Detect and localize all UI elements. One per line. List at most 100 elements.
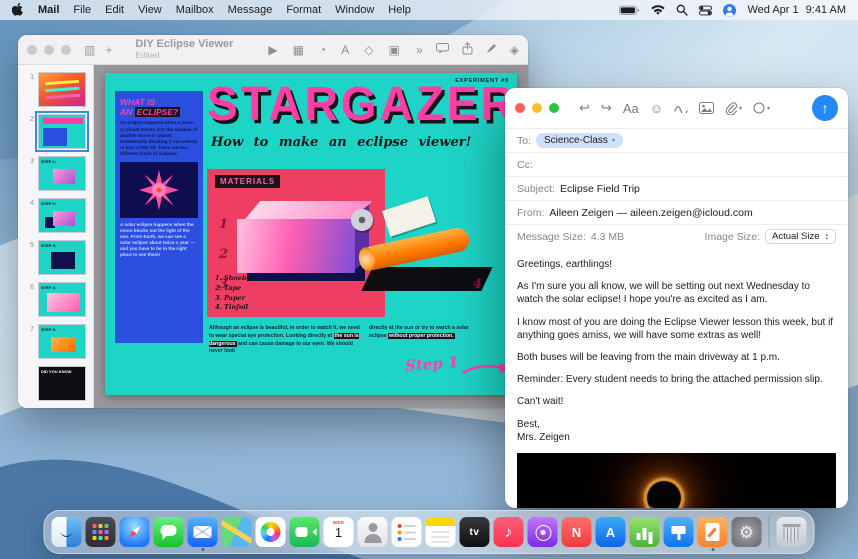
play-icon[interactable]: ▶ bbox=[268, 43, 277, 57]
subject-field[interactable]: Subject: Eclipse Field Trip bbox=[505, 176, 848, 200]
menu-bar-clock[interactable]: Wed Apr 1 9:41 AM bbox=[747, 4, 846, 16]
markup-icon[interactable] bbox=[674, 103, 688, 113]
dock-item-reminders[interactable] bbox=[392, 517, 422, 547]
close-button[interactable] bbox=[515, 103, 525, 113]
page-thumbnail-6[interactable]: STEP 4: bbox=[38, 282, 86, 317]
dock-item-finder[interactable] bbox=[52, 517, 82, 547]
dock-item-music[interactable] bbox=[494, 517, 524, 547]
user-account-icon[interactable] bbox=[723, 4, 736, 17]
message-body[interactable]: Greetings, earthlings! As I'm sure you a… bbox=[505, 248, 848, 444]
podcasts-icon bbox=[528, 517, 558, 547]
zoom-button[interactable] bbox=[61, 45, 71, 55]
menu-mail[interactable]: Mail bbox=[38, 4, 59, 16]
page-thumbnail-2-selected[interactable] bbox=[38, 114, 86, 149]
dock-item-numbers[interactable] bbox=[630, 517, 660, 547]
from-field[interactable]: From: Aileen Zeigen — aileen.zeigen@iclo… bbox=[505, 200, 848, 224]
redo-icon[interactable]: ↪ bbox=[601, 100, 612, 116]
reminders-icon bbox=[392, 517, 422, 547]
undo-icon[interactable]: ↩ bbox=[579, 100, 590, 116]
format-brush-icon[interactable] bbox=[486, 43, 497, 57]
page-thumbnail-7[interactable]: STEP 5: bbox=[38, 324, 86, 359]
dock-item-launchpad[interactable] bbox=[86, 517, 116, 547]
chart-icon[interactable]: ◔ bbox=[319, 43, 326, 57]
body-paragraph: Reminder: Every student needs to bring t… bbox=[517, 373, 836, 386]
menu-format[interactable]: Format bbox=[286, 4, 321, 16]
sun-illustration-box bbox=[120, 162, 198, 218]
dock-item-photos[interactable] bbox=[256, 517, 286, 547]
dock-item-keynote[interactable] bbox=[664, 517, 694, 547]
close-button[interactable] bbox=[27, 45, 37, 55]
menu-message[interactable]: Message bbox=[228, 4, 273, 16]
table-icon[interactable]: ▦ bbox=[293, 43, 304, 57]
page-thumbnail-1[interactable] bbox=[38, 72, 86, 107]
control-center-icon[interactable] bbox=[699, 5, 712, 16]
dock-item-facetime[interactable] bbox=[290, 517, 320, 547]
page-thumbnail-5[interactable]: STEP 3: bbox=[38, 240, 86, 275]
insert-link-button[interactable]: ▾ bbox=[753, 102, 770, 114]
eclipse-moon bbox=[647, 481, 681, 508]
format-text-button[interactable]: Aa bbox=[623, 101, 639, 116]
minimize-button[interactable] bbox=[532, 103, 542, 113]
cc-field[interactable]: Cc: bbox=[505, 152, 848, 176]
wifi-icon[interactable] bbox=[651, 5, 665, 16]
emoji-icon[interactable]: ☺ bbox=[650, 101, 663, 116]
attach-file-button[interactable]: ▾ bbox=[725, 102, 742, 115]
photo-browser-icon[interactable] bbox=[699, 102, 714, 114]
menu-view[interactable]: View bbox=[138, 4, 162, 16]
dock-item-system-settings[interactable] bbox=[732, 517, 762, 547]
dock-item-pages[interactable] bbox=[698, 517, 728, 547]
to-field[interactable]: To: Science-Class ▾ bbox=[505, 128, 848, 152]
dock-item-news[interactable] bbox=[562, 517, 592, 547]
search-icon[interactable] bbox=[676, 4, 688, 16]
thumbnail-row: 7 STEP 5: bbox=[23, 324, 93, 359]
menu-mailbox[interactable]: Mailbox bbox=[176, 4, 214, 16]
dock-item-trash[interactable] bbox=[777, 517, 807, 547]
music-icon bbox=[494, 517, 524, 547]
dock-item-tv[interactable] bbox=[460, 517, 490, 547]
safari-icon bbox=[120, 517, 150, 547]
eclipse-photo-attachment[interactable] bbox=[517, 453, 836, 508]
dock-item-calendar[interactable]: WED 1 bbox=[324, 517, 354, 547]
comment-icon[interactable] bbox=[436, 43, 449, 57]
text-icon[interactable]: A bbox=[341, 43, 349, 57]
safety-text-right: directly at the sun or try to watch a so… bbox=[369, 325, 473, 341]
dock-item-maps[interactable] bbox=[222, 517, 252, 547]
pages-toolbar: ▶ ▦ ◔ A ◇ ▣ bbox=[268, 43, 399, 57]
dock-item-contacts[interactable] bbox=[358, 517, 388, 547]
page-thumbnail-3[interactable]: STEP 1: bbox=[38, 156, 86, 191]
collaborate-icon[interactable]: ◈ bbox=[510, 43, 519, 57]
media-icon[interactable]: ▣ bbox=[388, 43, 399, 57]
dock-item-mail[interactable] bbox=[188, 517, 218, 547]
dock-item-podcasts[interactable] bbox=[528, 517, 558, 547]
shape-icon[interactable]: ◇ bbox=[364, 43, 373, 57]
page-thumbnail-4[interactable]: STEP 2: bbox=[38, 198, 86, 233]
to-recipient-token[interactable]: Science-Class ▾ bbox=[536, 133, 623, 148]
more-tools-icon[interactable]: » bbox=[416, 43, 423, 57]
eclipse-paragraph-2: A solar eclipse happens when the moon bl… bbox=[120, 222, 198, 259]
trash-icon bbox=[777, 517, 807, 547]
stargazer-poster-page[interactable]: EXPERIMENT #9 STARGAZER How to make an e… bbox=[105, 73, 517, 395]
menu-edit[interactable]: Edit bbox=[105, 4, 124, 16]
sidebar-toggle-icon[interactable]: ▥ bbox=[84, 43, 95, 57]
share-icon[interactable] bbox=[462, 42, 473, 58]
battery-icon[interactable] bbox=[619, 5, 640, 16]
mail-titlebar: ↩ ↪ Aa ☺ ▾ ▾ ↑ bbox=[505, 88, 848, 128]
shoebox-illustration bbox=[237, 219, 355, 273]
dock-item-messages[interactable] bbox=[154, 517, 184, 547]
dock-item-notes[interactable] bbox=[426, 517, 456, 547]
menu-window[interactable]: Window bbox=[335, 4, 374, 16]
dock-item-safari[interactable] bbox=[120, 517, 150, 547]
page-thumbnail-8[interactable]: DID YOU KNOW bbox=[38, 366, 86, 401]
add-page-icon[interactable]: + bbox=[105, 43, 112, 57]
from-label: From: bbox=[517, 207, 544, 219]
send-button[interactable]: ↑ bbox=[812, 95, 838, 121]
menu-help[interactable]: Help bbox=[388, 4, 411, 16]
body-paragraph: Greetings, earthlings! bbox=[517, 258, 836, 271]
zoom-button[interactable] bbox=[549, 103, 559, 113]
image-size-select[interactable]: Actual Size ▲▼ bbox=[765, 229, 836, 244]
dock-item-app-store[interactable] bbox=[596, 517, 626, 547]
apple-menu-icon[interactable] bbox=[12, 2, 24, 19]
menu-file[interactable]: File bbox=[73, 4, 91, 16]
thumbnail-row: 3 STEP 1: bbox=[23, 156, 93, 191]
minimize-button[interactable] bbox=[44, 45, 54, 55]
